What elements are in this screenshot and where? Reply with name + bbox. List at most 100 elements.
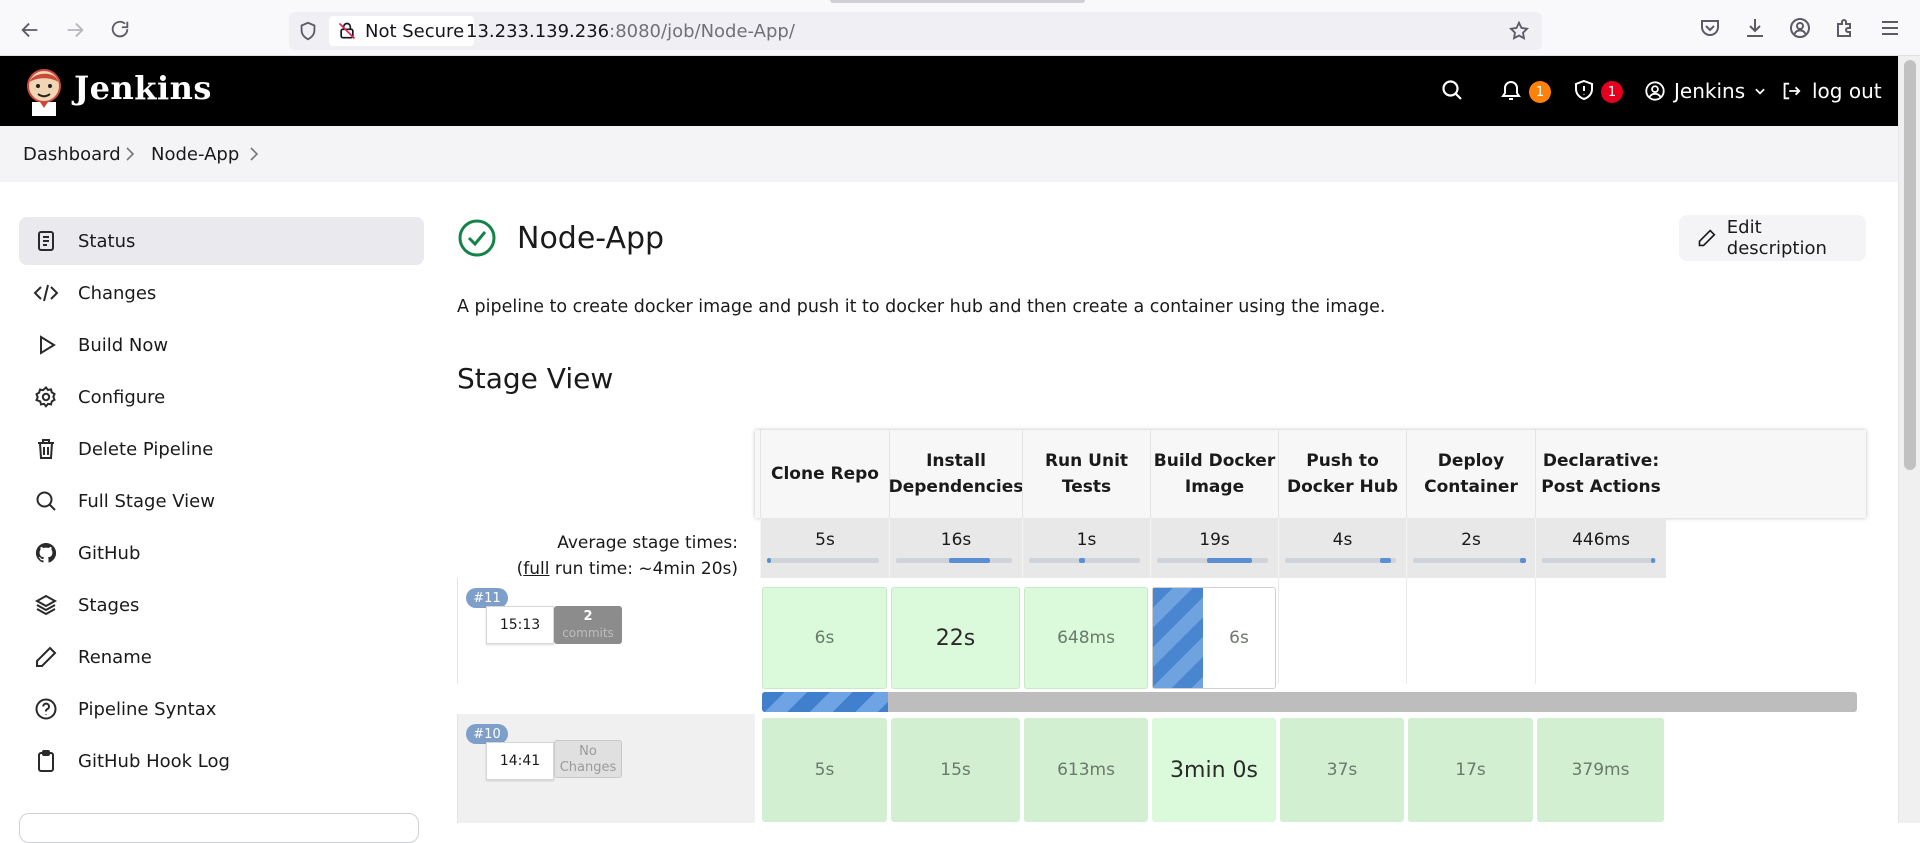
url-text[interactable]: 13.233.139.236:8080/job/Node-App/ — [466, 21, 795, 42]
play-icon — [32, 331, 60, 359]
run-changes[interactable]: 2 commits — [554, 606, 622, 644]
stage-cell-run11-run-unit-tests[interactable]: 648ms — [1024, 587, 1148, 689]
stage-cell-run10-install-dependencies[interactable]: 15s — [891, 718, 1020, 822]
sidebar-item-label: Configure — [78, 386, 166, 408]
sidebar-item-label: Build Now — [78, 334, 169, 356]
tab-indicator — [830, 0, 1085, 3]
search-icon[interactable] — [1440, 78, 1466, 104]
edit-description-button[interactable]: Edit description — [1679, 215, 1866, 261]
breadcrumb-node-app[interactable]: Node-App — [151, 144, 239, 165]
downloads-icon[interactable] — [1743, 16, 1769, 42]
stage-cell-run11-clone-repo[interactable]: 6s — [762, 587, 887, 689]
trash-icon — [32, 435, 60, 463]
stage-duration: 6s — [814, 628, 835, 648]
status-icon — [32, 227, 60, 255]
run-changes: No Changes — [554, 740, 622, 778]
logout-icon — [1783, 82, 1801, 100]
running-stripe — [1153, 588, 1203, 688]
avg-time-value: 5s — [815, 530, 835, 550]
changes-count: No — [579, 744, 597, 759]
stage-duration: 5s — [814, 760, 835, 780]
browser-toolbar: Not Secure 13.233.139.236:8080/job/Node-… — [0, 0, 1920, 56]
run-11-progress-bar — [762, 692, 1857, 712]
full-run-link[interactable]: full — [523, 559, 549, 579]
menu-icon[interactable] — [1878, 16, 1904, 42]
stage-header-deploy-container: Deploy Container — [1406, 430, 1535, 518]
stage-cell-run10-declarative-post-actions[interactable]: 379ms — [1537, 718, 1664, 822]
scrollbar-thumb[interactable] — [1904, 60, 1916, 470]
build-history-panel — [19, 813, 419, 843]
stage-header-line: Deploy — [1437, 451, 1505, 471]
sidebar-item-delete-pipeline[interactable]: Delete Pipeline — [19, 425, 424, 473]
stage-header-line: Build Docker — [1153, 451, 1276, 471]
stage-view-title: Stage View — [457, 362, 614, 395]
insecure-lock-icon — [338, 22, 356, 40]
stage-duration: 3min 0s — [1170, 757, 1258, 783]
user-menu[interactable]: Jenkins — [1644, 76, 1767, 106]
not-secure-label: Not Secure — [365, 20, 465, 42]
bookmark-star-icon[interactable] — [1508, 20, 1530, 42]
jenkins-logo-icon[interactable] — [24, 66, 64, 116]
sidebar-item-label: Changes — [78, 282, 157, 304]
stage-duration: 379ms — [1571, 760, 1630, 780]
sidebar-item-github-hook-log[interactable]: GitHub Hook Log — [19, 737, 424, 785]
run-number-badge[interactable]: #11 — [466, 588, 508, 608]
sidebar-item-stages[interactable]: Stages — [19, 581, 424, 629]
stage-cell-run10-run-unit-tests[interactable]: 613ms — [1024, 718, 1148, 822]
stage-header-line: Post Actions — [1541, 477, 1661, 497]
sidebar-item-pipeline-syntax[interactable]: Pipeline Syntax — [19, 685, 424, 733]
security-badge[interactable]: 1 — [1601, 81, 1623, 103]
avg-time-value: 4s — [1332, 530, 1353, 550]
avg-time-declarative-post-actions: 446ms — [1535, 518, 1666, 578]
notifications-bell-icon[interactable] — [1499, 78, 1525, 104]
pencil-icon — [32, 643, 60, 671]
sidebar-item-changes[interactable]: Changes — [19, 269, 424, 317]
stage-cell-run10-deploy-container[interactable]: 17s — [1408, 718, 1533, 822]
stage-cell-run11-install-dependencies[interactable]: 22s — [891, 587, 1020, 689]
run-number-badge[interactable]: #10 — [466, 724, 508, 744]
stage-header-install-dependencies: Install Dependencies — [889, 430, 1023, 518]
job-title-row: Node-App — [457, 218, 664, 258]
chevron-right-icon — [123, 146, 137, 162]
site-security-indicator[interactable]: Not Secure — [329, 16, 475, 46]
sidebar-item-label: GitHub Hook Log — [78, 750, 230, 772]
sidebar-item-build-now[interactable]: Build Now — [19, 321, 424, 369]
page-scrollbar[interactable] — [1898, 56, 1920, 823]
stage-cell-run10-clone-repo[interactable]: 5s — [762, 718, 887, 822]
extensions-icon[interactable] — [1833, 16, 1859, 42]
avg-time-value: 1s — [1076, 530, 1097, 550]
breadcrumb: Dashboard Node-App — [0, 126, 1898, 182]
tracking-shield-icon[interactable] — [297, 20, 321, 44]
avg-time-bar — [1413, 558, 1526, 563]
chevron-right-icon[interactable] — [247, 146, 261, 162]
sidebar-item-label: Status — [78, 230, 136, 252]
average-stage-times-label: Average stage times: (full run time: ~4m… — [457, 530, 738, 582]
pocket-icon[interactable] — [1698, 16, 1724, 42]
sidebar-item-configure[interactable]: Configure — [19, 373, 424, 421]
sidebar-item-full-stage-view[interactable]: Full Stage View — [19, 477, 424, 525]
breadcrumb-dashboard[interactable]: Dashboard — [23, 144, 121, 165]
notifications-badge[interactable]: 1 — [1529, 81, 1551, 103]
logout-link[interactable]: log out — [1780, 76, 1882, 106]
forward-button[interactable] — [57, 12, 93, 48]
avg-time-bar — [767, 558, 879, 563]
avg-time-clone-repo: 5s — [760, 518, 889, 578]
stage-header-line: Docker Hub — [1286, 477, 1399, 497]
sidebar-item-github[interactable]: GitHub — [19, 529, 424, 577]
chevron-down-icon — [1755, 88, 1765, 95]
account-icon[interactable] — [1788, 16, 1814, 42]
reload-button[interactable] — [102, 12, 138, 48]
stage-cell-run11-build-docker-image[interactable]: 6s — [1152, 587, 1276, 689]
jenkins-brand[interactable]: Jenkins — [74, 69, 212, 107]
security-shield-icon[interactable] — [1572, 78, 1598, 104]
success-check-icon — [458, 219, 496, 257]
address-bar[interactable]: Not Secure 13.233.139.236:8080/job/Node-… — [289, 12, 1542, 50]
url-host: 13.233.139.236 — [466, 21, 610, 42]
sidebar-item-status[interactable]: Status — [19, 217, 424, 265]
code-icon — [32, 279, 60, 307]
back-button[interactable] — [12, 12, 48, 48]
edit-description-label: Edit description — [1726, 217, 1827, 259]
stage-cell-run10-build-docker-image[interactable]: 3min 0s — [1152, 718, 1276, 822]
stage-cell-run10-push-to-docker-hub[interactable]: 37s — [1280, 718, 1404, 822]
sidebar-item-rename[interactable]: Rename — [19, 633, 424, 681]
